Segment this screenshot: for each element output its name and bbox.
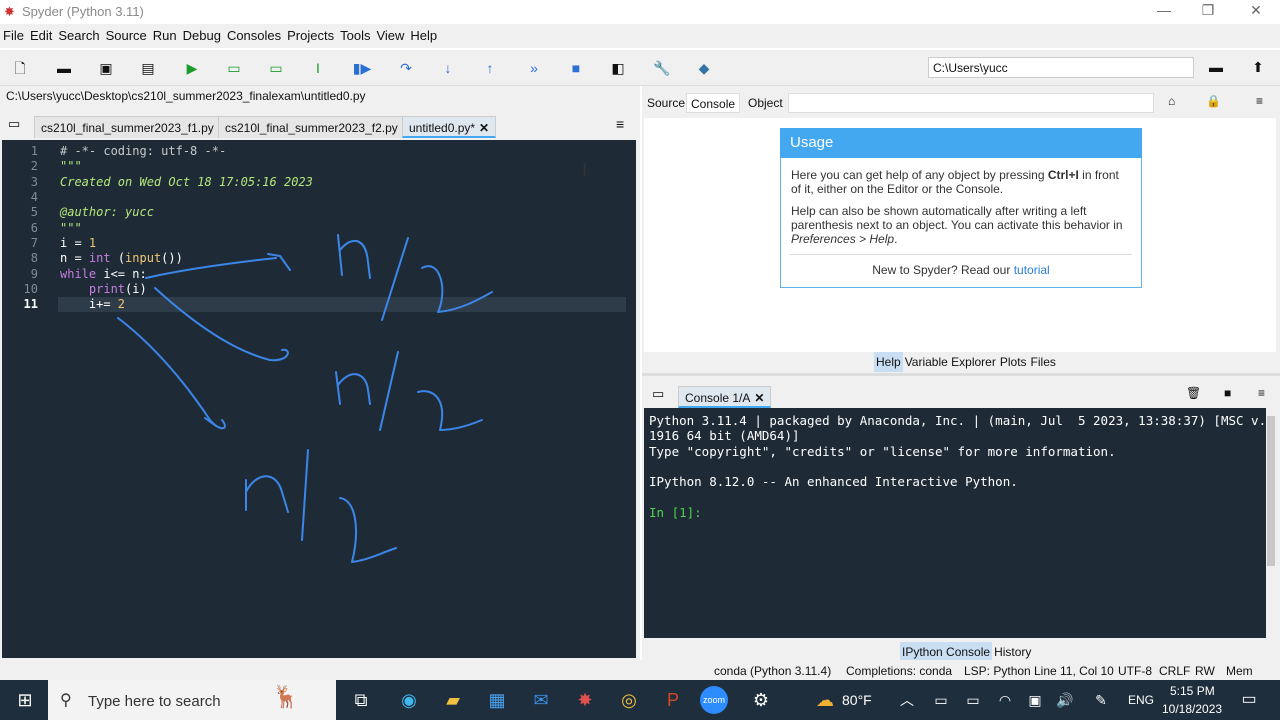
pane-splitter[interactable] — [642, 373, 1280, 376]
object-label: Object — [748, 96, 783, 110]
taskbar-search[interactable]: ⚲ Type here to search 🦌 — [48, 680, 336, 720]
usage-text: Here you can get help of any object by p… — [791, 168, 1048, 182]
volume-icon[interactable]: 🔊 — [1050, 686, 1080, 714]
console-output-line: Python 3.11.4 | packaged by Anaconda, In… — [649, 413, 1267, 428]
status-lsp: LSP: Python — [964, 664, 1031, 678]
chrome-icon[interactable]: ◎ — [614, 686, 644, 714]
preferences-text: Preferences > Help — [791, 232, 895, 246]
show-hidden-icons-icon[interactable]: ︿ — [892, 686, 922, 714]
interrupt-kernel-icon[interactable]: ■ — [1224, 386, 1231, 400]
status-eol: CRLF — [1159, 664, 1191, 678]
edge-icon[interactable]: ◉ — [394, 686, 424, 714]
onedrive-icon[interactable]: ▭ — [926, 686, 956, 714]
pen-icon[interactable]: ✎ — [1086, 686, 1116, 714]
tab-history[interactable]: History — [992, 642, 1033, 662]
lock-icon[interactable]: 🔒 — [1206, 94, 1221, 108]
okapi-illustration-icon: 🦌 — [272, 684, 300, 709]
tutorial-link[interactable]: tutorial — [1014, 263, 1050, 277]
battery-icon[interactable]: ▭ — [958, 686, 988, 714]
status-rw: RW — [1195, 664, 1215, 678]
tab-help[interactable]: Help — [874, 352, 903, 372]
file-explorer-icon[interactable]: ▰ — [438, 686, 468, 714]
tab-console-1a[interactable]: Console 1/A ✕ — [678, 386, 772, 408]
browse-folder-icon[interactable]: ▬ — [1206, 57, 1226, 77]
mail-icon[interactable]: ✉ — [526, 686, 556, 714]
usage-paragraph-3: New to Spyder? Read our tutorial — [791, 263, 1131, 277]
tab-ipython-console[interactable]: IPython Console — [900, 642, 993, 662]
close-button[interactable]: ✕ — [1236, 2, 1276, 22]
preferences-wrench-icon[interactable]: 🔧 — [652, 58, 672, 78]
status-encoding: UTF-8 — [1118, 664, 1152, 678]
help-source-row: Source Console Object ⌂ 🔒 ≡ — [642, 88, 1280, 116]
clock-date[interactable]: 10/18/2023 — [1162, 702, 1222, 716]
language-indicator[interactable]: ENG — [1128, 693, 1154, 707]
usage-paragraph-1: Here you can get help of any object by p… — [791, 168, 1131, 196]
task-view-icon[interactable]: ⧉ — [346, 686, 376, 714]
status-bar: conda (Python 3.11.4) Completions: conda… — [0, 660, 1280, 692]
status-cursor-position: Line 11, Col 10 — [1034, 664, 1114, 678]
store-icon[interactable]: ▦ — [482, 686, 512, 714]
tab-files[interactable]: Files — [1029, 352, 1058, 372]
source-select[interactable]: Console — [686, 93, 740, 113]
help-pane-tabs: Help Variable Explorer Plots Files — [874, 352, 1058, 372]
console-prompt: In [1]: — [649, 505, 702, 520]
weather-icon[interactable]: ☁ — [810, 686, 840, 714]
minimize-button[interactable]: — — [1144, 2, 1184, 22]
console-output-line: 1916 64 bit (AMD64)] — [649, 428, 800, 443]
console-pane-tabs: IPython Console History — [900, 642, 1033, 662]
windows-start-icon[interactable]: ⊞ — [10, 686, 40, 714]
console-options-menu-icon[interactable]: ≡ — [1258, 386, 1265, 400]
object-input[interactable] — [788, 93, 1154, 113]
shortcut-text: Ctrl+I — [1047, 168, 1079, 182]
usage-paragraph-2: Help can also be shown automatically aft… — [791, 204, 1123, 246]
usage-text: Help can also be shown automatically aft… — [791, 204, 1123, 232]
usage-title: Usage — [780, 128, 1142, 158]
handwritten-annotation — [117, 234, 493, 563]
notifications-icon[interactable]: ▭ — [1234, 686, 1264, 714]
settings-gear-icon[interactable]: ⚙ — [746, 686, 776, 714]
help-options-menu-icon[interactable]: ≡ — [1256, 94, 1263, 108]
console-output-line: Type "copyright", "credits" or "license"… — [649, 444, 1116, 459]
clear-console-icon[interactable]: 🗑 — [1186, 386, 1201, 400]
console-output-line: IPython 8.12.0 -- An enhanced Interactiv… — [649, 474, 1018, 489]
working-directory-field[interactable]: C:\Users\yucc — [928, 57, 1194, 78]
python-path-icon[interactable]: ◆ — [694, 58, 714, 78]
console-scrollbar[interactable] — [1266, 408, 1276, 638]
status-env: conda (Python 3.11.4) — [714, 664, 832, 678]
camera-icon[interactable]: ▣ — [1020, 686, 1050, 714]
zoom-icon[interactable]: zoom — [700, 686, 728, 714]
search-placeholder: Type here to search — [88, 693, 221, 710]
close-tab-icon[interactable]: ✕ — [754, 391, 764, 405]
usage-text: New to Spyder? Read our — [872, 263, 1014, 277]
weather-temp: 80°F — [842, 692, 872, 708]
powerpoint-icon[interactable]: P — [658, 686, 688, 714]
source-label: Source — [647, 96, 686, 110]
search-icon: ⚲ — [60, 692, 72, 709]
restore-button[interactable]: ❐ — [1188, 2, 1228, 22]
tab-plots[interactable]: Plots — [998, 352, 1029, 372]
text-cursor-icon: I — [582, 160, 588, 180]
spyder-taskbar-icon[interactable]: ✸ — [570, 686, 600, 714]
wifi-icon[interactable]: ◠ — [990, 686, 1020, 714]
home-icon[interactable]: ⌂ — [1168, 94, 1175, 108]
tab-variable-explorer[interactable]: Variable Explorer — [903, 352, 998, 372]
browse-console-tabs-icon[interactable]: ▭ — [652, 386, 664, 402]
status-completions: Completions: conda — [846, 664, 953, 678]
tab-label: Console 1/A — [685, 391, 751, 405]
usage-divider — [790, 254, 1132, 255]
parent-directory-icon[interactable]: ⬆ — [1248, 57, 1268, 77]
clock-time[interactable]: 5:15 PM — [1170, 684, 1215, 698]
